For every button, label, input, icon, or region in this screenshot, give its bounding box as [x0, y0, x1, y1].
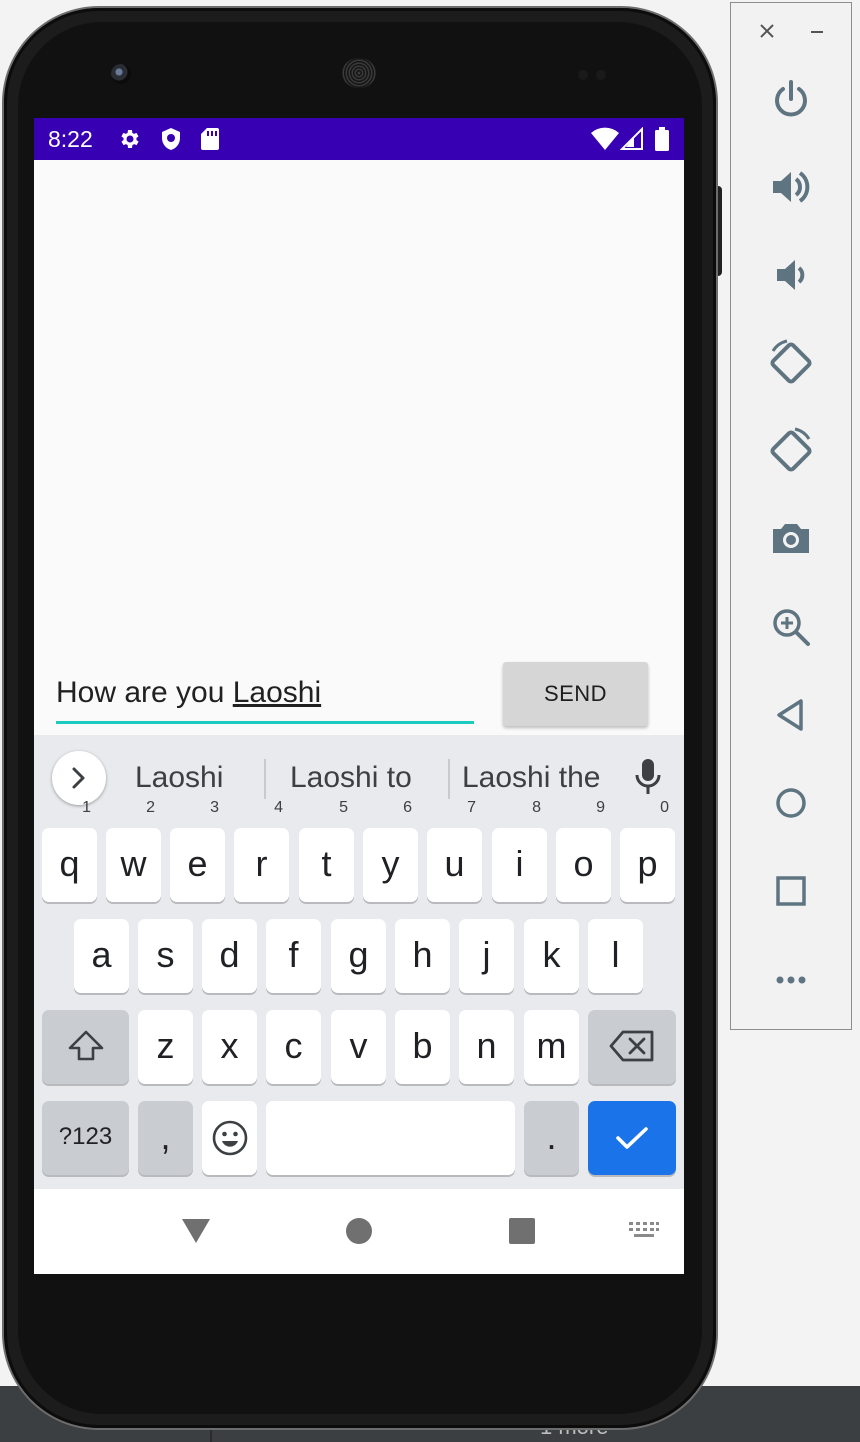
send-button[interactable]: SEND	[503, 662, 648, 726]
key-l[interactable]: l	[588, 919, 643, 993]
overview-icon[interactable]	[765, 865, 817, 917]
key-s[interactable]: s	[138, 919, 193, 993]
suggestion-2[interactable]: Laoshi to	[290, 761, 412, 795]
rotate-right-icon[interactable]	[765, 425, 817, 477]
key-o[interactable]: o9	[556, 800, 611, 902]
key-y[interactable]: y6	[363, 800, 418, 902]
chevron-right-icon[interactable]	[52, 751, 106, 805]
home-icon[interactable]	[765, 777, 817, 829]
shift-icon	[68, 1030, 103, 1061]
suggestion-divider	[264, 759, 266, 799]
microphone-icon[interactable]	[634, 757, 662, 802]
enter-key[interactable]	[588, 1101, 676, 1175]
backspace-key[interactable]	[588, 1010, 676, 1084]
soft-keyboard: Laoshi Laoshi to Laoshi the q1 w2 e3 r4 …	[34, 735, 684, 1189]
key-u[interactable]: u7	[427, 800, 482, 902]
symbols-key[interactable]: ?123	[42, 1101, 129, 1175]
navigation-bar	[34, 1189, 684, 1274]
key-c[interactable]: c	[266, 1010, 321, 1084]
volume-up-icon[interactable]	[765, 161, 817, 213]
key-d[interactable]: d	[202, 919, 257, 993]
key-f[interactable]: f	[266, 919, 321, 993]
nav-home-icon[interactable]	[345, 1217, 373, 1245]
minimize-icon[interactable]	[809, 23, 825, 39]
device-screen: 8:22 How are you Laoshi SEND Laoshi Laos…	[34, 118, 684, 1274]
key-a[interactable]: a	[74, 919, 129, 993]
volume-down-icon[interactable]	[765, 249, 817, 301]
battery-icon	[654, 127, 670, 156]
key-j[interactable]: j	[459, 919, 514, 993]
key-b[interactable]: b	[395, 1010, 450, 1084]
shift-key[interactable]	[42, 1010, 129, 1084]
key-k[interactable]: k	[524, 919, 579, 993]
key-w[interactable]: w2	[106, 800, 161, 902]
key-x[interactable]: x	[202, 1010, 257, 1084]
suggestion-divider	[448, 759, 450, 799]
key-i[interactable]: i8	[492, 800, 547, 902]
status-time: 8:22	[48, 126, 93, 152]
emoji-icon	[212, 1120, 247, 1156]
suggestion-1[interactable]: Laoshi	[135, 761, 223, 795]
camera-icon[interactable]	[765, 513, 817, 565]
input-text: How are you	[56, 676, 233, 709]
key-n[interactable]: n	[459, 1010, 514, 1084]
backspace-icon	[609, 1030, 654, 1062]
earpiece-speaker	[342, 58, 376, 88]
settings-gear-icon	[118, 127, 142, 156]
period-key[interactable]: .	[524, 1101, 579, 1175]
cell-signal-icon	[619, 126, 644, 156]
key-m[interactable]: m	[524, 1010, 579, 1084]
proximity-sensor	[578, 67, 614, 80]
checkmark-icon	[616, 1127, 648, 1149]
suggestion-3[interactable]: Laoshi the	[462, 761, 600, 795]
nav-recents-icon[interactable]	[508, 1217, 536, 1245]
wifi-icon	[590, 127, 620, 156]
key-t[interactable]: t5	[299, 800, 354, 902]
space-bar[interactable]	[266, 1101, 515, 1175]
key-p[interactable]: p0	[620, 800, 675, 902]
key-z[interactable]: z	[138, 1010, 193, 1084]
front-camera	[111, 64, 131, 84]
emulator-toolbar	[730, 2, 852, 1030]
more-options-icon[interactable]	[765, 953, 817, 1005]
sd-card-icon	[200, 127, 220, 156]
input-composing-text: Laoshi	[232, 676, 322, 709]
close-icon[interactable]	[759, 23, 775, 39]
key-v[interactable]: v	[331, 1010, 386, 1084]
status-bar: 8:22	[34, 118, 684, 160]
power-icon[interactable]	[765, 73, 817, 125]
key-h[interactable]: h	[395, 919, 450, 993]
comma-key[interactable]: ,	[138, 1101, 193, 1175]
nav-back-icon[interactable]	[180, 1217, 212, 1245]
suggestion-strip: Laoshi Laoshi to Laoshi the	[34, 735, 684, 819]
back-icon[interactable]	[765, 689, 817, 741]
key-r[interactable]: r4	[234, 800, 289, 902]
key-e[interactable]: e3	[170, 800, 225, 902]
keyboard-switch-icon[interactable]	[628, 1221, 660, 1241]
rotate-left-icon[interactable]	[765, 337, 817, 389]
desktop-stage: { "status_bar": {"time": "8:22"}, "input…	[0, 0, 860, 1442]
emoji-key[interactable]	[202, 1101, 257, 1175]
message-input[interactable]: How are you Laoshi	[56, 676, 474, 724]
zoom-icon[interactable]	[765, 601, 817, 653]
key-g[interactable]: g	[331, 919, 386, 993]
shield-icon	[160, 127, 182, 156]
key-q[interactable]: q1	[42, 800, 97, 902]
